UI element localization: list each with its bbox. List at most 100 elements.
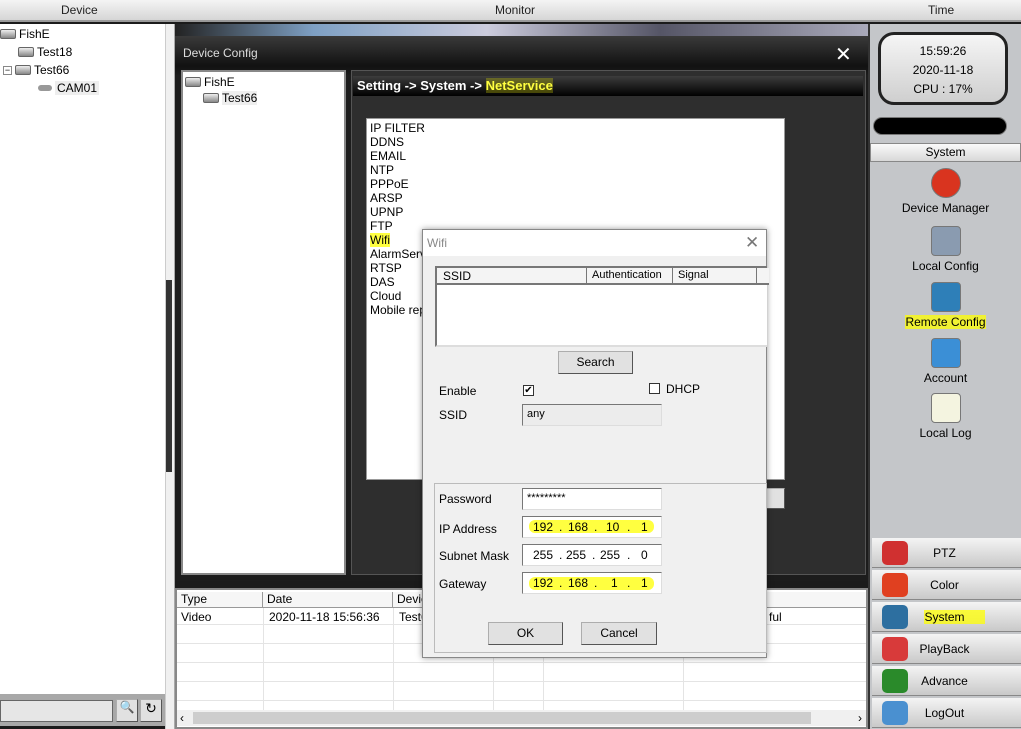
ip-octet[interactable]: 192: [533, 520, 553, 534]
tree-item-fishe[interactable]: FishE: [185, 74, 235, 90]
password-input[interactable]: *********: [522, 488, 662, 510]
account-icon: [930, 338, 961, 368]
nav-logout-button[interactable]: LogOut: [872, 698, 1021, 728]
service-label: Cloud: [370, 289, 402, 303]
log-date: 2020-11-18 15:56:36: [269, 610, 380, 624]
nav-label: Advance: [921, 673, 968, 688]
sidebar-item-remote-config[interactable]: Remote Config: [870, 282, 1021, 329]
clock-time: 15:59:26: [919, 44, 967, 58]
sidebar-item-label: Account: [923, 371, 968, 385]
subnet-mask-input[interactable]: 255. 255. 255. 0: [522, 544, 662, 566]
password-label: Password: [439, 492, 492, 506]
nav-advance-button[interactable]: Advance: [872, 666, 1021, 696]
column-header-authentication[interactable]: Authentication: [587, 268, 673, 285]
tree-item-test66[interactable]: Test66: [203, 90, 258, 106]
collapse-icon[interactable]: −: [3, 65, 12, 75]
device-header: Device: [61, 3, 98, 17]
tree-item-cam01[interactable]: CAM01: [38, 80, 100, 96]
ip-octet[interactable]: 1: [641, 520, 648, 534]
playback-icon: [882, 636, 908, 661]
tree-label: Test66: [34, 63, 70, 77]
mask-octet[interactable]: 0: [641, 548, 648, 562]
dialog-title: Wifi: [423, 230, 766, 256]
horizontal-scrollbar[interactable]: ‹ ›: [177, 710, 866, 726]
tree-label: Test66: [222, 91, 258, 105]
service-label: EMAIL: [370, 149, 407, 163]
mask-octet[interactable]: 255: [566, 548, 586, 562]
wifi-network-list[interactable]: SSID Authentication Signal: [435, 266, 769, 347]
tree-item-test18[interactable]: Test18: [18, 44, 72, 60]
scroll-thumb[interactable]: [193, 712, 811, 724]
nav-playback-button[interactable]: PlayBack: [872, 634, 1021, 664]
enable-label: Enable: [439, 384, 477, 398]
sidebar-item-device-manager[interactable]: Device Manager: [870, 168, 1021, 215]
gateway-octet[interactable]: 168: [568, 576, 588, 590]
gateway-octet[interactable]: 1: [611, 576, 618, 590]
service-label: RTSP: [370, 261, 402, 275]
ip-octet[interactable]: 10: [606, 520, 619, 534]
dhcp-checkbox[interactable]: [649, 383, 660, 394]
ok-button[interactable]: OK: [488, 622, 563, 645]
service-label: NTP: [370, 163, 394, 177]
sidebar-item-local-config[interactable]: Local Config: [870, 226, 1021, 273]
gateway-octet[interactable]: 1: [641, 576, 648, 590]
scroll-right-icon[interactable]: ›: [858, 711, 862, 725]
collapse-handle[interactable]: [166, 280, 172, 472]
cancel-button[interactable]: Cancel: [581, 622, 657, 645]
nav-color-button[interactable]: Color: [872, 570, 1021, 600]
monitor-header: Monitor: [495, 3, 536, 17]
sidebar-item-account[interactable]: Account: [870, 338, 1021, 385]
clock-date: 2020-11-18: [912, 63, 974, 77]
panel-splitter[interactable]: [165, 24, 175, 729]
gateway-label: Gateway: [439, 577, 487, 591]
search-button[interactable]: Search: [558, 351, 633, 374]
gateway-octet[interactable]: 192: [533, 576, 553, 590]
search-button[interactable]: 🔍: [116, 699, 138, 722]
system-icon: [882, 604, 908, 629]
camera-icon: [38, 85, 52, 91]
scroll-left-icon[interactable]: ‹: [180, 711, 184, 725]
dvr-icon: [203, 93, 219, 103]
log-type: Video: [181, 610, 212, 624]
panel-button[interactable]: [765, 488, 785, 509]
service-label: UPNP: [370, 205, 404, 219]
service-item[interactable]: NTP: [367, 163, 784, 177]
ip-address-input[interactable]: 192. 168. 10. 1: [522, 516, 662, 538]
ssid-input[interactable]: any: [522, 404, 662, 426]
remote-config-icon: [930, 282, 961, 312]
monitor-strip: [175, 24, 868, 36]
tree-item-fishe[interactable]: FishE: [0, 26, 50, 42]
sidebar-item-label: Local Log: [919, 426, 972, 440]
column-header-type[interactable]: Type: [177, 592, 263, 608]
nav-label: LogOut: [924, 705, 965, 720]
service-item[interactable]: EMAIL: [367, 149, 784, 163]
service-item[interactable]: UPNP: [367, 205, 784, 219]
enable-checkbox[interactable]: ✔: [523, 385, 534, 396]
tree-item-test66[interactable]: − Test66: [3, 62, 69, 78]
close-icon[interactable]: ✕: [745, 233, 759, 253]
service-item[interactable]: DDNS: [367, 135, 784, 149]
nav-ptz-button[interactable]: PTZ: [872, 538, 1021, 568]
device-manager-icon: [930, 168, 961, 198]
gateway-input[interactable]: 192. 168. 1. 1: [522, 572, 662, 594]
service-item[interactable]: ARSP: [367, 191, 784, 205]
cpu-usage: CPU : 17%: [913, 82, 973, 96]
search-input[interactable]: [0, 700, 113, 722]
refresh-button[interactable]: ↻: [140, 699, 162, 722]
mask-octet[interactable]: 255: [600, 548, 620, 562]
column-header-signal[interactable]: Signal: [673, 268, 757, 285]
service-item[interactable]: PPPoE: [367, 177, 784, 191]
nav-system-button[interactable]: System: [872, 602, 1021, 632]
close-icon[interactable]: ✕: [835, 42, 852, 67]
sidebar-item-local-log[interactable]: Local Log: [870, 393, 1021, 440]
column-header-date[interactable]: Date: [263, 592, 393, 608]
nav-label: System: [924, 609, 985, 624]
tree-label: CAM01: [55, 81, 100, 95]
service-item[interactable]: IP FILTER: [367, 121, 784, 135]
column-header-ssid[interactable]: SSID: [437, 268, 587, 285]
config-device-tree: FishE Test66: [181, 70, 346, 575]
mask-octet[interactable]: 255: [533, 548, 553, 562]
window-title: Device Config: [183, 46, 258, 60]
ip-octet[interactable]: 168: [568, 520, 588, 534]
nav-label: PlayBack: [919, 641, 970, 656]
